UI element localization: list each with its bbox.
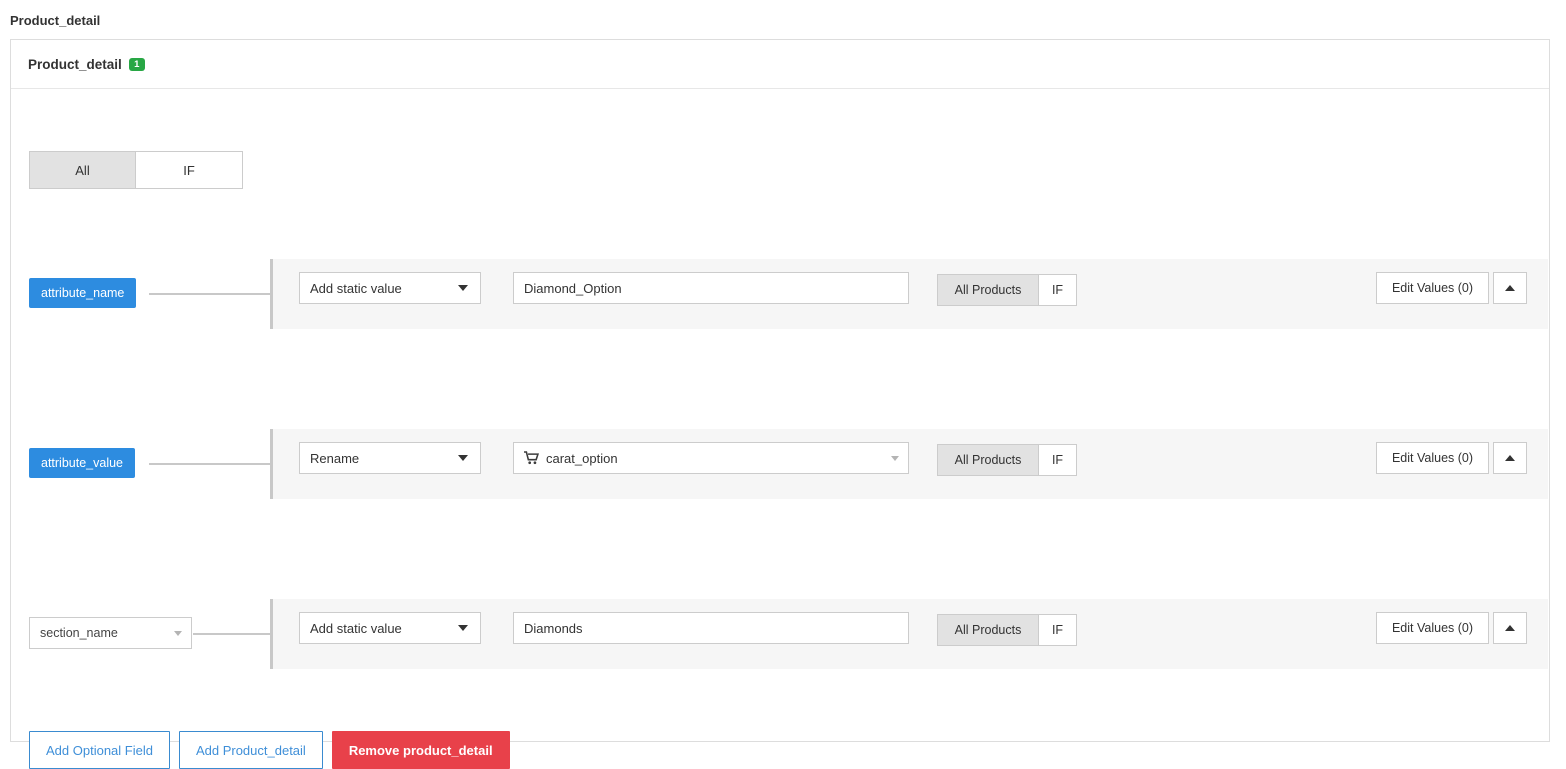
card-header-title: Product_detail [28,57,122,72]
condition-mode-if-button[interactable]: IF [136,151,243,189]
scope-all-products-button[interactable]: All Products [937,444,1039,476]
scope-if-button[interactable]: IF [1039,614,1077,646]
condition-mode-toggle: All IF [29,151,243,189]
value-select[interactable]: carat_option [513,442,909,474]
footer-actions: Add Optional Field Add Product_detail Re… [29,731,510,769]
value-input-text: Diamonds [524,621,583,636]
field-name-select[interactable]: section_name [29,617,192,649]
status-badge: 1 [129,58,145,71]
connector-line [193,633,273,635]
value-select-text: carat_option [546,451,618,466]
field-row-panel: Rename carat_option All Products IF [270,429,1548,499]
field-name-chip[interactable]: attribute_value [29,448,135,478]
row-actions: Edit Values (0) [1376,612,1527,644]
scope-if-button[interactable]: IF [1039,444,1077,476]
action-select-value: Add static value [310,281,402,296]
add-product-detail-button[interactable]: Add Product_detail [179,731,323,769]
field-row-panel: Add static value Diamond_Option All Prod… [270,259,1548,329]
field-row: section_name Add static value Diamonds A… [11,599,1549,669]
add-optional-field-button[interactable]: Add Optional Field [29,731,170,769]
condition-mode-all-button[interactable]: All [29,151,136,189]
action-select[interactable]: Rename [299,442,481,474]
row-actions: Edit Values (0) [1376,272,1527,304]
page-title: Product_detail [0,0,1566,29]
chevron-down-icon [458,455,468,461]
collapse-row-button[interactable] [1493,442,1527,474]
connector-line [149,293,273,295]
shopping-cart-icon [524,451,539,465]
row-actions: Edit Values (0) [1376,442,1527,474]
scope-all-products-button[interactable]: All Products [937,274,1039,306]
field-row: attribute_name Add static value Diamond_… [11,259,1549,329]
caret-up-icon [1505,285,1515,291]
edit-values-button[interactable]: Edit Values (0) [1376,612,1489,644]
edit-values-button[interactable]: Edit Values (0) [1376,442,1489,474]
field-row-panel: Add static value Diamonds All Products I… [270,599,1548,669]
scope-toggle: All Products IF [937,444,1077,476]
action-select[interactable]: Add static value [299,612,481,644]
product-detail-card: Product_detail 1 All IF attribute_name A… [10,39,1550,742]
action-select-value: Rename [310,451,359,466]
scope-toggle: All Products IF [937,614,1077,646]
value-input-text: Diamond_Option [524,281,622,296]
remove-product-detail-button[interactable]: Remove product_detail [332,731,510,769]
value-input[interactable]: Diamond_Option [513,272,909,304]
collapse-row-button[interactable] [1493,272,1527,304]
field-name-chip[interactable]: attribute_name [29,278,136,308]
caret-up-icon [1505,625,1515,631]
collapse-row-button[interactable] [1493,612,1527,644]
scope-if-button[interactable]: IF [1039,274,1077,306]
chevron-down-icon [174,631,182,636]
chevron-down-icon [891,456,899,461]
card-header: Product_detail 1 [11,40,1549,89]
card-body: All IF attribute_name Add static value D… [11,89,1549,741]
field-name-select-value: section_name [40,626,118,640]
chevron-down-icon [458,285,468,291]
action-select-value: Add static value [310,621,402,636]
value-input[interactable]: Diamonds [513,612,909,644]
scope-toggle: All Products IF [937,274,1077,306]
action-select[interactable]: Add static value [299,272,481,304]
scope-all-products-button[interactable]: All Products [937,614,1039,646]
field-row: attribute_value Rename carat_option [11,429,1549,499]
chevron-down-icon [458,625,468,631]
connector-line [149,463,273,465]
edit-values-button[interactable]: Edit Values (0) [1376,272,1489,304]
caret-up-icon [1505,455,1515,461]
